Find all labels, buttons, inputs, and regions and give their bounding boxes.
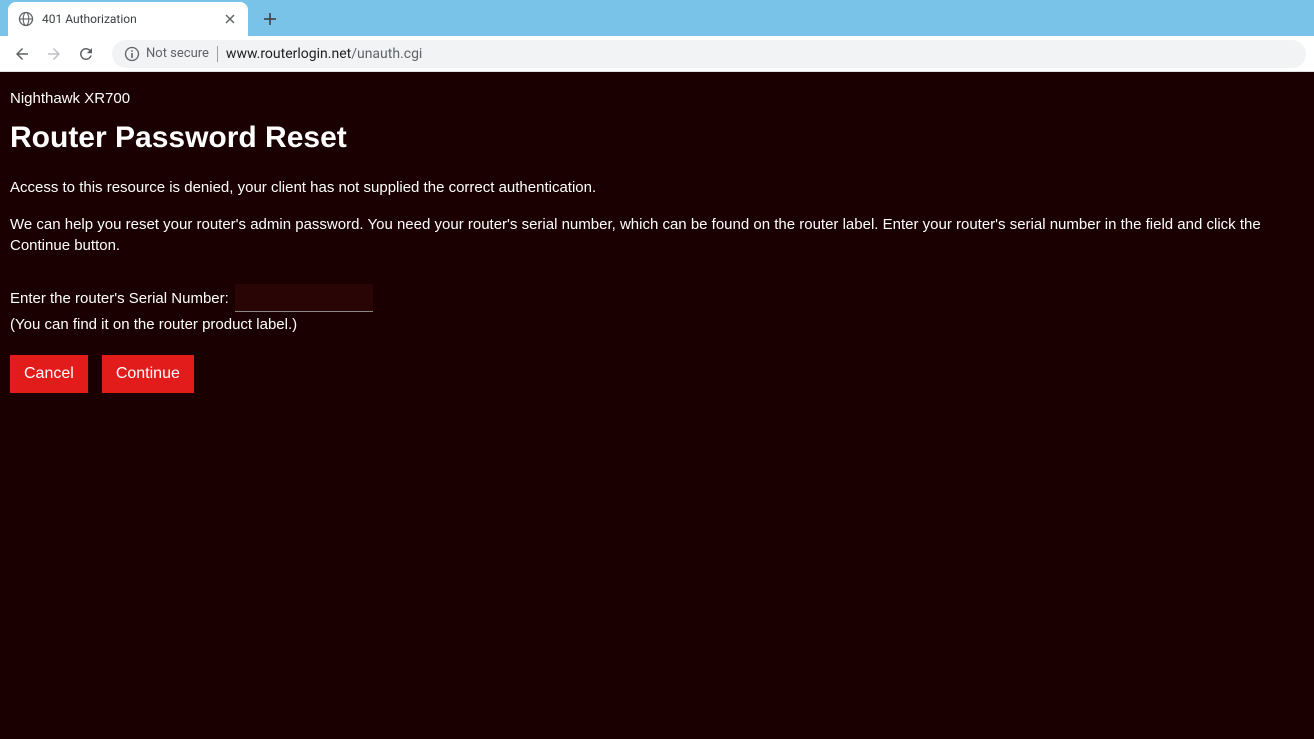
- divider: [217, 46, 218, 62]
- url-host: www.routerlogin.net: [226, 46, 351, 62]
- tab-title: 401 Authorization: [42, 12, 214, 26]
- continue-button[interactable]: Continue: [102, 355, 194, 393]
- info-icon: [124, 46, 140, 62]
- browser-chrome: 401 Authorization Not secure: [0, 0, 1314, 72]
- security-label: Not secure: [146, 46, 209, 61]
- globe-icon: [18, 11, 34, 27]
- serial-label: Enter the router's Serial Number:: [10, 290, 229, 307]
- url-path: /unauth.cgi: [351, 46, 422, 62]
- cancel-button[interactable]: Cancel: [10, 355, 88, 393]
- forward-button[interactable]: [40, 40, 68, 68]
- reload-button[interactable]: [72, 40, 100, 68]
- page-title: Router Password Reset: [10, 121, 1304, 155]
- device-name: Nighthawk XR700: [10, 90, 1304, 107]
- access-denied-text: Access to this resource is denied, your …: [10, 177, 1304, 198]
- close-icon[interactable]: [222, 11, 238, 27]
- url: www.routerlogin.net/unauth.cgi: [226, 46, 422, 62]
- button-row: Cancel Continue: [10, 355, 1304, 393]
- back-button[interactable]: [8, 40, 36, 68]
- serial-input[interactable]: [235, 284, 373, 312]
- browser-tab[interactable]: 401 Authorization: [8, 2, 248, 36]
- help-text: We can help you reset your router's admi…: [10, 214, 1304, 256]
- page-content: Nighthawk XR700 Router Password Reset Ac…: [0, 72, 1314, 739]
- security-indicator: Not secure: [124, 46, 209, 62]
- new-tab-button[interactable]: [256, 5, 284, 33]
- address-bar[interactable]: Not secure www.routerlogin.net/unauth.cg…: [112, 40, 1306, 68]
- tab-bar: 401 Authorization: [0, 0, 1314, 36]
- serial-hint: (You can find it on the router product l…: [10, 316, 1304, 333]
- serial-row: Enter the router's Serial Number:: [10, 284, 1304, 312]
- browser-toolbar: Not secure www.routerlogin.net/unauth.cg…: [0, 36, 1314, 72]
